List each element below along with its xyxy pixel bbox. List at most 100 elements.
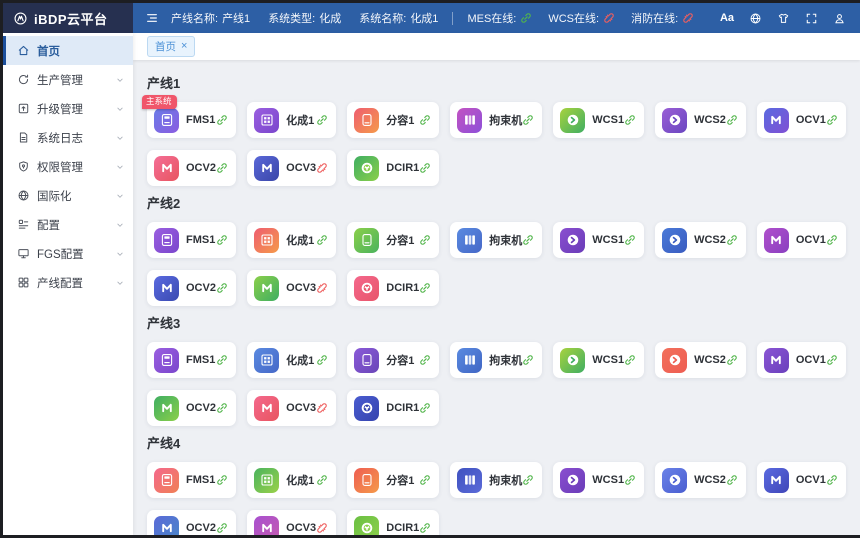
app-card[interactable]: OCV3	[247, 270, 336, 306]
app-card[interactable]: OCV3	[247, 150, 336, 186]
app-card[interactable]: OCV1	[757, 342, 846, 378]
app-body: 首页生产管理升级管理系统日志权限管理国际化配置FGS配置产线配置 首页× 产线1…	[3, 33, 860, 535]
dcir-icon	[354, 156, 379, 181]
link-icon	[624, 234, 636, 246]
app-card[interactable]: 化成1	[247, 222, 336, 258]
wcs-icon	[560, 468, 585, 493]
link-icon	[520, 12, 532, 24]
wcs-icon	[560, 228, 585, 253]
tab-home[interactable]: 首页×	[147, 36, 195, 57]
app-card-label: WCS2	[694, 114, 726, 126]
line-section: 产线4 FMS1 化成1 分容1 拘束机 WCS1 WCS2 OCV1 OCV2 OCV3 DCIR…	[147, 433, 846, 535]
close-icon[interactable]: ×	[181, 41, 187, 52]
app-card[interactable]: FMS1	[147, 342, 236, 378]
app-card[interactable]: WCS2	[655, 102, 746, 138]
logo-icon	[13, 11, 28, 26]
config-icon	[17, 218, 30, 231]
logo: iBDP云平台	[3, 3, 133, 33]
app-card[interactable]: 拘束机	[450, 222, 542, 258]
sidebar: 首页生产管理升级管理系统日志权限管理国际化配置 FGS配置产线配置	[3, 33, 133, 535]
app-card[interactable]: WCS1	[553, 102, 644, 138]
link-icon	[522, 234, 534, 246]
app-card[interactable]: 化成1	[247, 342, 336, 378]
production-mgmt-icon	[17, 73, 30, 86]
tray-icon	[254, 228, 279, 253]
app-card[interactable]: OCV3	[247, 390, 336, 426]
sidebar-item-production-mgmt[interactable]: 生产管理	[3, 65, 133, 94]
app-card[interactable]: FMS1	[147, 462, 236, 498]
app-card[interactable]: DCIR1	[347, 510, 439, 535]
app-card[interactable]: 拘束机	[450, 462, 542, 498]
app-card[interactable]: 化成1	[247, 102, 336, 138]
language-button[interactable]	[749, 12, 762, 25]
sidebar-item-fgs-config[interactable]: FGS配置	[3, 239, 133, 268]
app-card-label: WCS2	[694, 234, 726, 246]
app-card[interactable]: 拘束机	[450, 102, 542, 138]
app-card[interactable]: WCS2	[655, 342, 746, 378]
ocv-icon	[154, 156, 179, 181]
app-card[interactable]: DCIR1	[347, 270, 439, 306]
app-card[interactable]: OCV2	[147, 270, 236, 306]
cell-icon	[354, 108, 379, 133]
sidebar-collapse-button[interactable]	[145, 11, 159, 25]
app-card[interactable]: OCV2	[147, 390, 236, 426]
cell-icon	[354, 468, 379, 493]
ocv-icon	[254, 516, 279, 536]
content-area[interactable]: 产线1主系统FMS1化成1分容1拘束机WCS1WCS2OCV1OCV2OCV3D…	[133, 60, 860, 535]
app-card[interactable]: 拘束机	[450, 342, 542, 378]
fullscreen-button[interactable]	[805, 12, 818, 25]
app-card[interactable]: DCIR1	[347, 390, 439, 426]
app-card[interactable]: WCS2	[655, 222, 746, 258]
app-card[interactable]: 化成1	[247, 462, 336, 498]
app-card[interactable]: OCV2	[147, 150, 236, 186]
chevron-down-icon	[115, 191, 125, 201]
broken-link-icon	[316, 162, 328, 174]
app-card[interactable]: WCS1	[553, 462, 644, 498]
header-status-item: 消防在线:	[631, 10, 694, 26]
link-icon	[419, 522, 431, 534]
sidebar-item-system-logs[interactable]: 系统日志	[3, 123, 133, 152]
sidebar-item-config[interactable]: 配置	[3, 210, 133, 239]
app-card[interactable]: OCV1	[757, 462, 846, 498]
sidebar-item-i18n[interactable]: 国际化	[3, 181, 133, 210]
sidebar-item-upgrade-mgmt[interactable]: 升级管理	[3, 94, 133, 123]
app-card[interactable]: FMS1	[147, 222, 236, 258]
header-toolbar: Aa	[720, 12, 846, 25]
app-card[interactable]: OCV1	[757, 102, 846, 138]
link-icon	[419, 402, 431, 414]
app-card-label: WCS1	[592, 234, 624, 246]
app-card[interactable]: OCV2	[147, 510, 236, 535]
section-title: 产线4	[147, 433, 846, 452]
sidebar-item-label: 国际化	[37, 188, 72, 204]
dcir-icon	[354, 276, 379, 301]
app-card[interactable]: WCS1	[553, 222, 644, 258]
app-card[interactable]: 分容1	[347, 222, 439, 258]
sidebar-item-home[interactable]: 首页	[3, 36, 133, 65]
app-card[interactable]: OCV1	[757, 222, 846, 258]
sidebar-item-permission-mgmt[interactable]: 权限管理	[3, 152, 133, 181]
app-card[interactable]: WCS1	[553, 342, 644, 378]
upgrade-mgmt-icon	[17, 102, 30, 115]
app-card[interactable]: 分容1	[347, 342, 439, 378]
cell-icon	[354, 228, 379, 253]
theme-button[interactable]	[777, 12, 790, 25]
app-card[interactable]: 主系统FMS1	[147, 102, 236, 138]
wcs-icon	[560, 348, 585, 373]
app-card[interactable]: DCIR1	[347, 150, 439, 186]
link-icon	[826, 474, 838, 486]
link-icon	[726, 354, 738, 366]
sidebar-item-line-config[interactable]: 产线配置	[3, 268, 133, 297]
link-icon	[216, 234, 228, 246]
wcs-icon	[662, 468, 687, 493]
app-card[interactable]: OCV3	[247, 510, 336, 535]
app-card-label: DCIR1	[386, 402, 419, 414]
app-card[interactable]: WCS2	[655, 462, 746, 498]
user-button[interactable]	[833, 12, 846, 25]
clamp-icon	[457, 468, 482, 493]
tray-icon	[254, 108, 279, 133]
app-card[interactable]: 分容1	[347, 462, 439, 498]
clamp-icon	[457, 348, 482, 373]
font-size-button[interactable]: Aa	[720, 12, 734, 24]
app-card[interactable]: 分容1	[347, 102, 439, 138]
sidebar-item-label: 配置	[37, 217, 60, 233]
